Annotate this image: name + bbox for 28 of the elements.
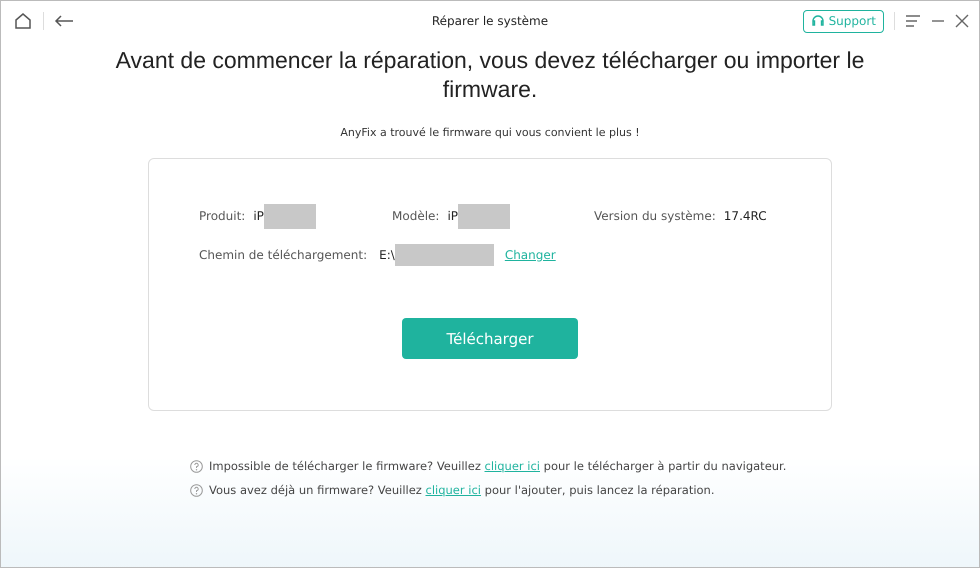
- window-title: Réparer le système: [432, 14, 548, 28]
- headset-icon: [810, 14, 825, 28]
- heading: Avant de commencer la réparation, vous devez télécharger ou importer le firmware.: [114, 46, 866, 104]
- path-value: E:\: [379, 248, 395, 262]
- subtitle: AnyFix a trouvé le firmware qui vous convient le plus !: [340, 126, 640, 139]
- redaction-block: [264, 204, 316, 228]
- help-icon: [190, 484, 203, 496]
- product-label: Produit:: [199, 209, 246, 223]
- product-value: iP: [253, 209, 264, 223]
- version-label: Version du système:: [594, 209, 716, 223]
- home-icon[interactable]: [13, 11, 33, 31]
- click-here-link[interactable]: cliquer ici: [484, 459, 540, 473]
- change-link[interactable]: Changer: [504, 248, 556, 262]
- download-button[interactable]: Télécharger: [402, 318, 578, 359]
- help-text: Vous avez déjà un firmware? Veuillez cliquer ici pour l'ajouter, puis lancez la réparation.: [209, 483, 714, 497]
- minimize-icon[interactable]: [931, 19, 945, 23]
- click-here-link[interactable]: cliquer ici: [426, 483, 481, 497]
- back-arrow-icon[interactable]: [54, 14, 74, 28]
- help-icon: [190, 460, 203, 472]
- redaction-block: [458, 204, 510, 228]
- help-text: Impossible de télécharger le firmware? Veuillez cliquer ici pour le télécharger à partir du navigateur.: [209, 459, 786, 473]
- version-value: 17.4RC: [724, 209, 767, 223]
- model-label: Modèle:: [392, 209, 440, 223]
- model-value: iP: [447, 209, 458, 223]
- menu-icon[interactable]: [905, 15, 921, 27]
- close-icon[interactable]: [955, 14, 969, 28]
- support-button[interactable]: Support: [802, 10, 884, 32]
- path-label: Chemin de téléchargement:: [199, 248, 368, 262]
